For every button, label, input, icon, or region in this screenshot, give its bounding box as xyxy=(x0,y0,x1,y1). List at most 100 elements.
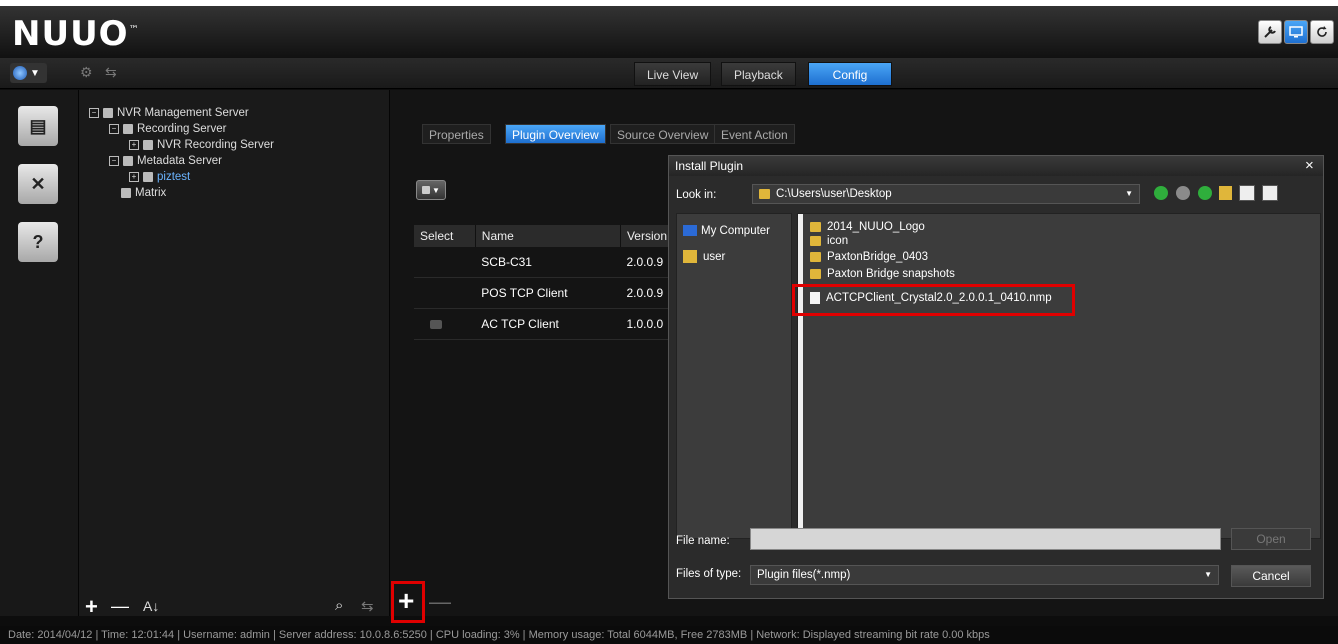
tree-item-nvr-recording-server[interactable]: + NVR Recording Server xyxy=(129,138,274,152)
cancel-button[interactable]: Cancel xyxy=(1231,565,1311,587)
tab-config[interactable]: Config xyxy=(808,62,892,86)
detail-view-icon[interactable] xyxy=(1262,185,1278,201)
tab-live-view[interactable]: Live View xyxy=(634,62,712,86)
checkbox-icon xyxy=(422,186,431,194)
tab-properties[interactable]: Properties xyxy=(422,124,491,144)
folder-icon xyxy=(810,221,821,232)
chevron-down-icon: ▼ xyxy=(30,67,40,79)
tree-bottom-toolbar: + — A↓ ⌕ ⇆ xyxy=(79,592,389,622)
expand-icon[interactable]: + xyxy=(129,171,139,182)
collapse-icon[interactable]: − xyxy=(109,123,119,134)
chevron-down-icon: ▼ xyxy=(432,185,440,195)
sort-button[interactable]: A↓ xyxy=(143,598,159,614)
select-cell xyxy=(414,308,476,340)
open-button[interactable]: Open xyxy=(1231,528,1311,550)
server-tree-icon xyxy=(103,107,113,118)
table-row[interactable]: AC TCP Client 1.0.0.0 xyxy=(414,308,674,340)
tree-item-matrix[interactable]: Matrix xyxy=(121,186,166,200)
app-header: NUUO™ xyxy=(0,6,1338,59)
look-in-select[interactable]: C:\Users\user\Desktop ▼ xyxy=(752,184,1140,204)
refresh-icon[interactable] xyxy=(1310,20,1334,44)
server-icon[interactable]: ▤ xyxy=(18,106,58,146)
file-name-input[interactable] xyxy=(750,528,1221,550)
select-cell xyxy=(414,277,476,309)
back-icon[interactable] xyxy=(1154,186,1168,200)
plugin-version: 2.0.0.9 xyxy=(620,247,674,278)
collapse-icon[interactable]: − xyxy=(109,155,119,166)
tab-event-action[interactable]: Event Action xyxy=(714,124,795,144)
column-header-select: Select xyxy=(414,225,476,247)
column-header-name: Name xyxy=(475,225,621,247)
list-item[interactable]: PaxtonBridge_0403 xyxy=(810,250,928,264)
places-sidebar: My Computer user xyxy=(676,213,792,539)
files-of-type-select[interactable]: Plugin files(*.nmp) ▼ xyxy=(750,565,1219,585)
select-checkbox[interactable] xyxy=(430,319,442,329)
metadata-server-icon xyxy=(123,155,133,166)
files-of-type-label: Files of type: xyxy=(676,568,742,580)
globe-dropdown[interactable]: ▼ xyxy=(10,63,47,83)
recording-server-icon xyxy=(143,139,153,150)
remove-server-button[interactable]: — xyxy=(111,596,129,617)
pane-splitter[interactable] xyxy=(798,214,803,538)
help-icon[interactable]: ? xyxy=(18,222,58,262)
computer-icon xyxy=(683,225,697,237)
folder-icon xyxy=(810,268,821,279)
dialog-title-bar: Install Plugin xyxy=(669,156,1323,176)
folder-icon xyxy=(810,235,821,246)
list-item[interactable]: 2014_NUUO_Logo xyxy=(810,220,925,234)
wrench-icon[interactable] xyxy=(1258,20,1282,44)
highlight-box-plugin-file xyxy=(792,284,1075,316)
place-my-computer[interactable]: My Computer xyxy=(683,224,770,238)
close-icon[interactable]: × xyxy=(1305,157,1314,174)
table-row[interactable]: SCB-C31 2.0.0.9 xyxy=(414,247,674,278)
table-row[interactable]: POS TCP Client 2.0.0.9 xyxy=(414,277,674,309)
list-view-icon[interactable] xyxy=(1239,185,1255,201)
monitor-icon[interactable] xyxy=(1284,20,1308,44)
sync-icon[interactable]: ⇆ xyxy=(361,597,374,615)
tree-item-piztest[interactable]: + piztest xyxy=(129,170,190,184)
plugin-table: Select Name Version SCB-C31 2.0.0.9 POS … xyxy=(414,225,675,340)
server-tree-panel: − NVR Management Server − Recording Server… xyxy=(79,90,390,616)
sync-icon[interactable]: ⇆ xyxy=(105,64,117,81)
add-server-button[interactable]: + xyxy=(85,594,98,620)
add-plugin-button[interactable]: + xyxy=(398,586,414,616)
chevron-down-icon: ▼ xyxy=(1204,570,1212,579)
remove-plugin-button[interactable]: — xyxy=(429,589,451,615)
left-nav: ▤ ✕ ? xyxy=(0,90,79,616)
select-cell xyxy=(414,247,476,278)
select-all-dropdown[interactable]: ▼ xyxy=(416,180,446,200)
plugin-name: AC TCP Client xyxy=(475,308,621,340)
tree-item-nvr-management-server[interactable]: − NVR Management Server xyxy=(89,106,249,120)
column-header-version: Version xyxy=(620,225,675,247)
plugin-version: 2.0.0.9 xyxy=(620,277,674,309)
collapse-icon[interactable]: − xyxy=(89,107,99,118)
globe-icon xyxy=(13,66,27,80)
chevron-down-icon: ▼ xyxy=(1125,189,1133,198)
place-user[interactable]: user xyxy=(683,250,725,264)
user-folder-icon xyxy=(683,250,697,264)
search-icon[interactable]: ⌕ xyxy=(335,597,343,614)
file-name-label: File name: xyxy=(676,535,730,547)
status-bar: Date: 2014/04/12 | Time: 12:01:44 | User… xyxy=(0,626,1338,644)
plugin-version: 1.0.0.0 xyxy=(620,308,674,340)
file-list: 2014_NUUO_Logo icon PaxtonBridge_0403 Pa… xyxy=(797,213,1321,539)
tools-icon[interactable]: ✕ xyxy=(18,164,58,204)
metadata-server-icon xyxy=(143,171,153,182)
forward-icon[interactable] xyxy=(1176,186,1190,200)
tab-playback[interactable]: Playback xyxy=(721,62,796,86)
list-item[interactable]: icon xyxy=(810,234,848,248)
expand-icon[interactable]: + xyxy=(129,139,139,150)
plugin-name: POS TCP Client xyxy=(475,277,621,309)
list-item[interactable]: Paxton Bridge snapshots xyxy=(810,267,955,281)
new-folder-icon[interactable] xyxy=(1219,186,1232,200)
tab-source-overview[interactable]: Source Overview xyxy=(610,124,716,144)
server-settings-icon[interactable]: ⚙ xyxy=(80,64,93,81)
up-folder-icon[interactable] xyxy=(1198,186,1212,200)
tree-item-metadata-server[interactable]: − Metadata Server xyxy=(109,154,222,168)
nuuo-logo: NUUO™ xyxy=(12,14,140,54)
matrix-icon xyxy=(121,187,131,198)
look-in-label: Look in: xyxy=(676,189,717,201)
sort-icon: A xyxy=(143,598,153,614)
tab-plugin-overview[interactable]: Plugin Overview xyxy=(505,124,606,144)
tree-item-recording-server[interactable]: − Recording Server xyxy=(109,122,226,136)
